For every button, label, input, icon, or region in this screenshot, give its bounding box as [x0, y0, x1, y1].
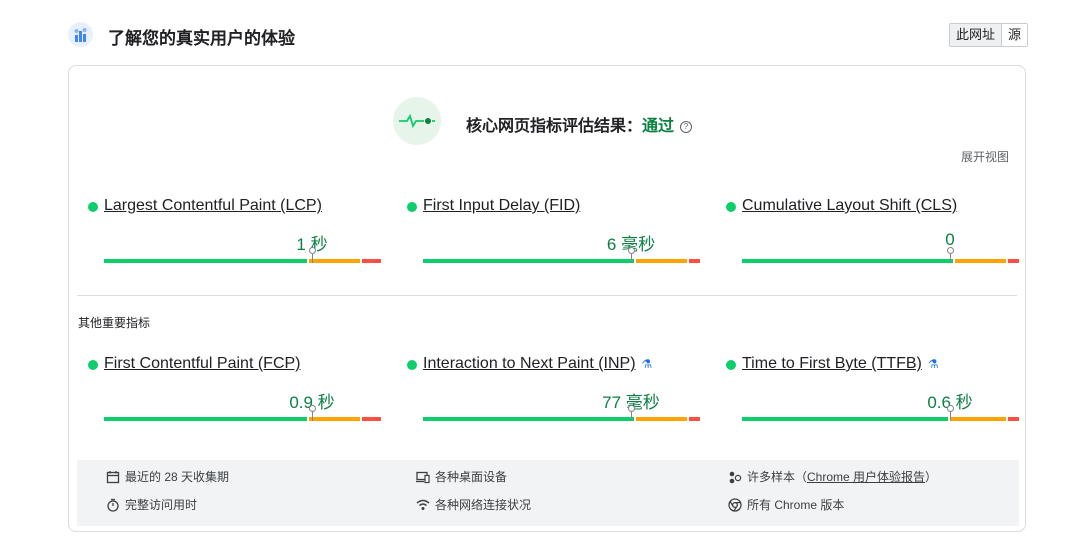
sample-info: 许多样本（ Chrome 用户体验报告） — [728, 468, 937, 485]
percentile-marker — [947, 405, 954, 421]
needs-improvement-segment — [309, 417, 360, 421]
status-dot — [88, 202, 98, 212]
percentile-marker — [309, 247, 316, 263]
good-segment — [742, 417, 948, 421]
users-icon — [729, 471, 742, 483]
poor-segment — [362, 417, 381, 421]
status-dot — [726, 360, 736, 370]
distribution-bar — [423, 405, 700, 421]
network-conditions: 各种网络连接状况 — [416, 496, 531, 513]
pulse-icon — [393, 97, 441, 145]
good-segment — [104, 417, 307, 421]
network-conditions-text: 各种网络连接状况 — [435, 498, 532, 512]
metric-title-text[interactable]: First Contentful Paint (FCP) — [104, 355, 301, 372]
poor-segment — [689, 259, 700, 263]
expand-view-link[interactable]: 展开视图 — [961, 148, 1009, 165]
needs-improvement-segment — [950, 417, 1006, 421]
wifi-icon — [416, 499, 430, 510]
metric-title[interactable]: Time to First Byte (TTFB) ⚗ — [742, 355, 939, 373]
chrome-versions-text: 所有 Chrome 版本 — [747, 498, 845, 512]
percentile-marker — [309, 405, 316, 421]
metric-title-text[interactable]: First Input Delay (FID) — [423, 197, 580, 214]
device-types: 各种桌面设备 — [416, 468, 507, 485]
toggle-origin[interactable]: 源 — [1000, 24, 1027, 46]
distribution-bar — [742, 247, 1019, 263]
sample-suffix: ） — [925, 470, 938, 484]
poor-segment — [689, 417, 700, 421]
assessment-heading: 核心网页指标评估结果：通过? — [466, 112, 693, 136]
metric-title[interactable]: Largest Contentful Paint (LCP) — [104, 197, 322, 215]
good-segment — [423, 259, 634, 263]
experimental-flask-icon: ⚗ — [927, 357, 939, 371]
toggle-this-url[interactable]: 此网址 — [949, 24, 1001, 46]
metric-title-text[interactable]: Time to First Byte (TTFB) — [742, 355, 922, 372]
assessment-result: 通过 — [642, 118, 675, 135]
collection-period-text: 最近的 28 天收集期 — [125, 470, 230, 484]
percentile-marker — [628, 247, 635, 263]
metric-core_metrics-1: First Input Delay (FID) 6 毫秒 — [407, 197, 700, 267]
field-data-header: 了解您的真实用户的体验 此网址 源 — [68, 22, 1028, 48]
good-segment — [104, 259, 307, 263]
crux-report-link[interactable]: Chrome 用户体验报告 — [807, 468, 925, 485]
device-types-text: 各种桌面设备 — [435, 470, 508, 484]
sample-prefix: 许多样本（ — [747, 470, 808, 484]
section-divider — [77, 295, 1017, 296]
good-segment — [742, 259, 953, 263]
help-icon[interactable]: ? — [680, 120, 693, 133]
calendar-icon — [106, 470, 120, 483]
visit-duration: 完整访问用时 — [106, 496, 197, 513]
metric-title-text[interactable]: Interaction to Next Paint (INP) — [423, 355, 636, 372]
needs-improvement-segment — [636, 417, 687, 421]
good-segment — [423, 417, 634, 421]
field-data-card: 核心网页指标评估结果：通过? 展开视图 Largest Contentful P… — [68, 65, 1026, 532]
devices-icon — [416, 471, 430, 483]
distribution-bar — [104, 247, 381, 263]
metric-title[interactable]: First Input Delay (FID) — [423, 197, 580, 215]
visit-duration-text: 完整访问用时 — [125, 498, 198, 512]
metric-title[interactable]: Cumulative Layout Shift (CLS) — [742, 197, 957, 215]
stopwatch-icon — [107, 498, 119, 512]
metric-core_metrics-0: Largest Contentful Paint (LCP) 1 秒 — [88, 197, 381, 267]
data-source-footer: 最近的 28 天收集期 各种桌面设备 许多样本（ Chrome 用户体验报告） 完… — [77, 460, 1019, 526]
chrome-versions: 所有 Chrome 版本 — [728, 496, 844, 513]
assessment-label: 核心网页指标评估结果： — [466, 118, 643, 135]
other-metrics-label: 其他重要指标 — [78, 316, 151, 330]
crux-logo-icon — [68, 22, 93, 47]
status-dot — [726, 202, 736, 212]
needs-improvement-segment — [636, 259, 687, 263]
poor-segment — [1008, 417, 1019, 421]
experimental-flask-icon: ⚗ — [641, 357, 653, 371]
distribution-bar — [742, 405, 1019, 421]
metric-title[interactable]: Interaction to Next Paint (INP) ⚗ — [423, 355, 652, 373]
metric-other_metrics-0: First Contentful Paint (FCP) 0.9 秒 — [88, 355, 381, 425]
metric-core_metrics-2: Cumulative Layout Shift (CLS) 0 — [726, 197, 1019, 267]
poor-segment — [362, 259, 381, 263]
metric-title[interactable]: First Contentful Paint (FCP) — [104, 355, 301, 373]
percentile-marker — [947, 247, 954, 263]
poor-segment — [1008, 259, 1019, 263]
percentile-marker — [628, 405, 635, 421]
status-dot — [407, 202, 417, 212]
distribution-bar — [423, 247, 700, 263]
status-dot — [88, 360, 98, 370]
metric-other_metrics-2: Time to First Byte (TTFB) ⚗ 0.6 秒 — [726, 355, 1019, 425]
url-origin-toggle[interactable]: 此网址 源 — [948, 23, 1028, 47]
collection-period: 最近的 28 天收集期 — [106, 468, 229, 485]
metric-title-text[interactable]: Largest Contentful Paint (LCP) — [104, 197, 322, 214]
metric-title-text[interactable]: Cumulative Layout Shift (CLS) — [742, 197, 957, 214]
metric-other_metrics-1: Interaction to Next Paint (INP) ⚗ 77 毫秒 — [407, 355, 700, 425]
chrome-icon — [728, 497, 742, 512]
needs-improvement-segment — [955, 259, 1006, 263]
status-dot — [407, 360, 417, 370]
distribution-bar — [104, 405, 381, 421]
page-title: 了解您的真实用户的体验 — [108, 29, 295, 48]
needs-improvement-segment — [309, 259, 360, 263]
